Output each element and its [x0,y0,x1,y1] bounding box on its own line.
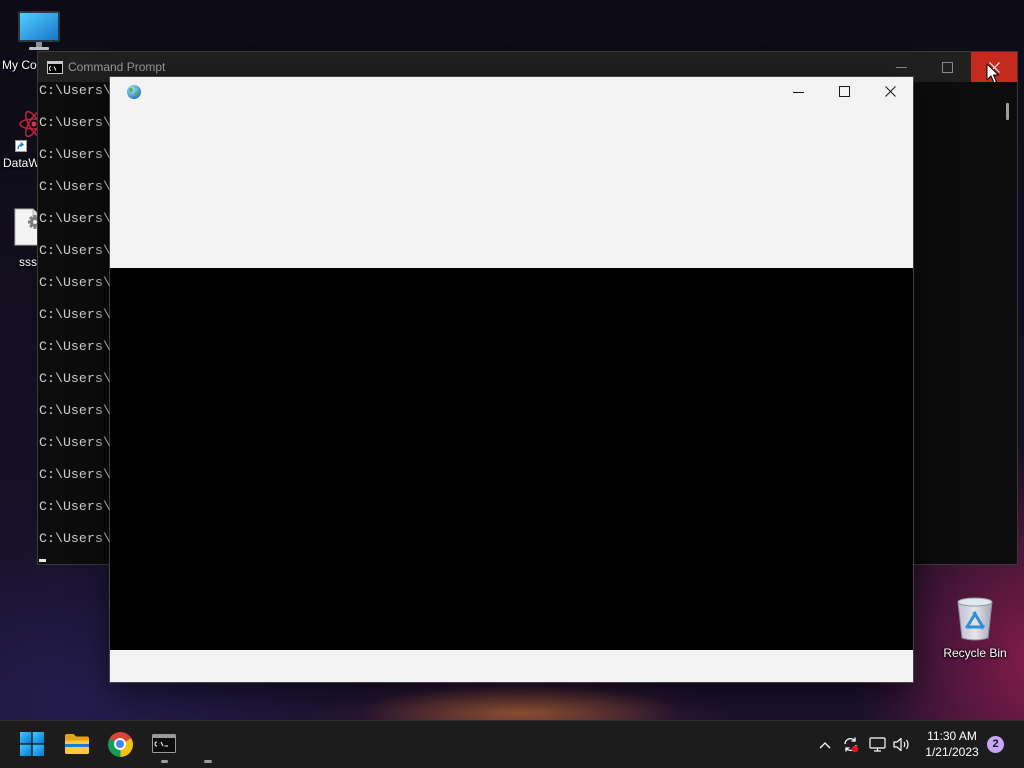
desktop-icon-label: DataW [3,156,40,170]
title-bar[interactable] [110,77,913,268]
close-icon [884,86,896,97]
recycle-bin-icon [955,596,995,642]
minimize-icon [895,62,907,72]
window-title: Command Prompt [68,60,166,74]
command-prompt-icon [152,734,176,753]
mouse-cursor-icon [986,63,1000,90]
console-line: C:\Users\ [39,403,111,418]
chrome-icon [107,731,133,757]
console-line: C:\Users\ [39,467,111,482]
console-line: C:\Users\ [39,115,111,130]
desktop-icon-label: My Co [2,58,37,72]
console-line: C:\Users\ [39,499,111,514]
taskbar-chrome[interactable] [100,724,140,764]
monitor-icon [17,10,61,52]
clock-time: 11:30 AM [927,729,977,743]
network-icon[interactable] [869,737,886,752]
scrollbar-thumb[interactable] [1006,103,1009,120]
file-explorer-icon [64,733,90,755]
running-indicator [204,760,212,763]
maximize-button[interactable] [924,52,970,82]
console-line: C:\Users\ [39,371,111,386]
app-window[interactable] [110,77,913,682]
minimize-button[interactable] [775,77,821,106]
taskbar: 11:30 AM 1/21/2023 2 [0,720,1024,768]
close-button[interactable] [867,77,913,106]
clock-date: 1/21/2023 [925,745,979,759]
bottom-panel [110,650,913,682]
chevron-up-icon[interactable] [819,741,831,749]
globe-icon [126,84,142,100]
command-prompt-icon [47,61,63,74]
desktop-icon-label: Recycle Bin [943,646,1007,660]
console-line: C:\Users\ [39,211,111,226]
desktop-icon-recycle-bin[interactable]: Recycle Bin [935,590,1015,665]
console-line: C:\Users\ [39,339,111,354]
notification-badge[interactable]: 2 [987,736,1004,753]
console-line: C:\Users\ [39,83,111,98]
taskbar-app-window[interactable] [188,724,228,764]
text-cursor [39,559,46,562]
maximize-button[interactable] [821,77,867,106]
console-line: C:\Users\ [39,243,111,258]
console-line: C:\Users\ [39,275,111,290]
taskbar-command-prompt[interactable] [144,724,184,764]
maximize-icon [838,86,850,97]
console-line: C:\Users\ [39,435,111,450]
shortcut-arrow-icon [15,140,27,152]
console-line: C:\Users\ [39,531,111,546]
maximize-icon [941,61,953,73]
system-clock[interactable]: 11:30 AM 1/21/2023 [916,728,988,760]
minimize-icon [792,87,804,97]
taskbar-file-explorer[interactable] [57,724,97,764]
volume-icon[interactable] [893,737,911,752]
sync-icon[interactable] [842,736,859,753]
windows-start-icon [20,732,44,756]
console-line: C:\Users\ [39,179,111,194]
running-indicator [161,760,168,763]
start-button[interactable] [12,724,52,764]
console-line: C:\Users\ [39,307,111,322]
console-line: C:\Users\ [39,147,111,162]
content-area[interactable] [110,268,913,650]
